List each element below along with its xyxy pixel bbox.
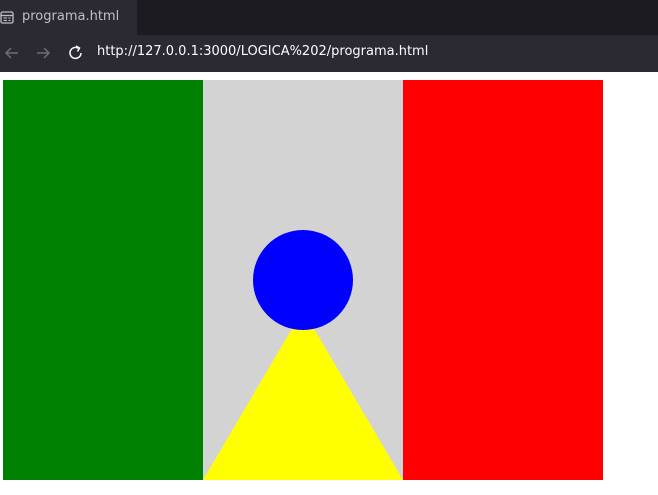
navigation-bar: http://127.0.0.1:3000/LOGICA%202/program… bbox=[0, 35, 658, 72]
page-icon bbox=[0, 11, 14, 24]
blue-circle bbox=[253, 230, 353, 330]
page-content bbox=[0, 72, 658, 495]
forward-arrow-icon[interactable] bbox=[33, 43, 53, 63]
tab-title: programa.html bbox=[22, 9, 120, 24]
reload-icon[interactable] bbox=[66, 43, 86, 63]
red-stripe bbox=[403, 80, 603, 480]
back-arrow-icon[interactable] bbox=[2, 43, 22, 63]
url-bar[interactable]: http://127.0.0.1:3000/LOGICA%202/program… bbox=[97, 44, 428, 59]
tab-programa[interactable]: programa.html bbox=[0, 0, 137, 35]
green-stripe bbox=[3, 80, 203, 480]
tab-bar: programa.html bbox=[0, 0, 658, 35]
flag-canvas bbox=[3, 80, 603, 480]
